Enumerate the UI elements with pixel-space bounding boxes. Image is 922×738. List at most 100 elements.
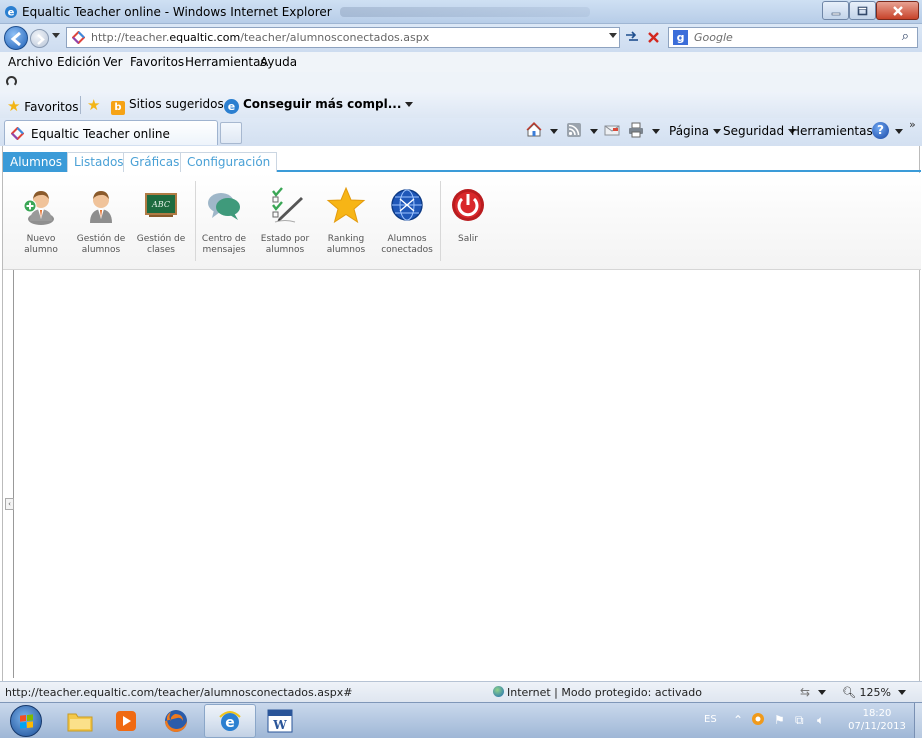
menu-herramientas[interactable]: Herramientas bbox=[185, 55, 267, 69]
start-button[interactable] bbox=[10, 705, 42, 737]
print-icon[interactable] bbox=[628, 122, 644, 138]
collapse-panel-handle[interactable]: ‹ bbox=[5, 498, 14, 510]
more-commands-chevron-icon[interactable]: » bbox=[909, 118, 916, 131]
compatibility-view-button[interactable] bbox=[622, 27, 642, 47]
favorites-bar: ★ Favoritos ★ b Sitios sugeridos e Consegu… bbox=[0, 92, 922, 118]
loading-ring-icon bbox=[6, 76, 17, 87]
get-more-label: Conseguir más compl... bbox=[243, 97, 402, 111]
tab-alumnos[interactable]: Alumnos bbox=[3, 152, 70, 172]
show-desktop-button[interactable] bbox=[914, 703, 922, 738]
connected-students-button[interactable]: Alumnos conectados bbox=[377, 185, 437, 256]
window-title: Equaltic Teacher online - Windows Intern… bbox=[22, 5, 332, 19]
taskbar-media-button[interactable] bbox=[100, 704, 152, 738]
status-by-students-button[interactable]: Estado por alumnos bbox=[255, 185, 315, 256]
taskbar-ie-button[interactable]: e bbox=[204, 704, 256, 738]
taskbar-firefox-button[interactable] bbox=[150, 704, 202, 738]
svg-text:e: e bbox=[8, 8, 15, 19]
taskbar-word-button[interactable]: W bbox=[254, 704, 306, 738]
equaltic-favicon-icon bbox=[11, 127, 24, 140]
action-center-flag-icon[interactable]: ⚑ bbox=[774, 713, 785, 727]
taskbar-explorer-button[interactable] bbox=[54, 704, 106, 738]
menu-archivo[interactable]: Archivo bbox=[8, 55, 53, 69]
tab-graficas[interactable]: Gráficas bbox=[123, 152, 187, 172]
history-dropdown-icon[interactable] bbox=[52, 33, 60, 38]
print-dropdown[interactable] bbox=[648, 124, 660, 138]
folder-icon bbox=[67, 713, 93, 732]
internet-globe-icon bbox=[493, 686, 504, 697]
help-dropdown[interactable] bbox=[891, 124, 903, 138]
new-student-button[interactable]: Nuevo alumno bbox=[11, 185, 71, 256]
windows-logo-icon bbox=[20, 714, 33, 729]
home-icon[interactable] bbox=[526, 122, 542, 138]
rss-feed-icon[interactable] bbox=[566, 122, 582, 138]
firefox-icon bbox=[165, 710, 187, 732]
word-icon-letter: W bbox=[272, 718, 287, 732]
security-zone[interactable]: Internet | Modo protegido: activado bbox=[493, 686, 702, 699]
page-menu-button[interactable]: Página bbox=[669, 124, 721, 138]
chalkboard-text: ABC bbox=[151, 200, 170, 209]
search-icon[interactable]: ⌕ bbox=[902, 29, 909, 44]
menu-ayuda[interactable]: Ayuda bbox=[260, 55, 297, 69]
media-player-icon bbox=[116, 711, 136, 731]
equaltic-favicon-icon bbox=[72, 31, 85, 44]
tray-arrow-icon[interactable]: ⌃ bbox=[733, 713, 743, 727]
logout-button[interactable]: Salir bbox=[438, 185, 498, 245]
new-student-label: Nuevo alumno bbox=[24, 234, 58, 255]
change-zone-icon[interactable]: ⇆ bbox=[800, 685, 826, 699]
arrow-left-icon bbox=[10, 31, 21, 47]
clock-date: 07/11/2013 bbox=[848, 721, 906, 732]
address-dropdown-icon[interactable] bbox=[609, 33, 617, 38]
ranking-button[interactable]: Ranking alumnos bbox=[316, 185, 376, 256]
home-dropdown[interactable] bbox=[546, 124, 558, 138]
close-window-button[interactable] bbox=[876, 1, 919, 20]
tray-app-icon[interactable] bbox=[751, 712, 765, 726]
maximize-button[interactable] bbox=[849, 1, 876, 20]
manage-classes-button[interactable]: ABC Gestión de clases bbox=[131, 185, 191, 256]
url-domain: equaltic.com bbox=[169, 31, 241, 44]
browser-tab-active[interactable]: Equaltic Teacher online bbox=[4, 120, 218, 145]
search-box[interactable]: g Google ⌕ bbox=[668, 27, 918, 48]
read-mail-icon[interactable] bbox=[604, 122, 620, 138]
tab-row: Equaltic Teacher online Página Seguridad… bbox=[0, 118, 922, 146]
tab-configuracion[interactable]: Configuración bbox=[180, 152, 278, 172]
manage-students-button[interactable]: Gestión de alumnos bbox=[71, 185, 131, 256]
menu-ver[interactable]: Ver bbox=[103, 55, 123, 69]
favbar-divider bbox=[80, 96, 81, 114]
add-favorite-button[interactable]: ★ bbox=[87, 96, 100, 114]
favorites-star-icon: ★ bbox=[7, 97, 21, 115]
tab-listados[interactable]: Listados bbox=[67, 152, 131, 172]
new-tab-button[interactable] bbox=[220, 122, 242, 144]
menu-favoritos[interactable]: Favoritos bbox=[130, 55, 184, 69]
stop-button[interactable] bbox=[643, 27, 663, 47]
zoom-control[interactable]: 🔍︎ 125% bbox=[842, 686, 907, 699]
feeds-dropdown[interactable] bbox=[586, 124, 598, 138]
new-student-icon bbox=[23, 191, 54, 225]
message-center-button[interactable]: Centro de mensajes bbox=[194, 185, 254, 256]
back-button[interactable] bbox=[4, 26, 28, 50]
chevron-down-icon bbox=[405, 102, 414, 107]
language-indicator[interactable]: ES bbox=[704, 714, 717, 725]
minimize-button[interactable] bbox=[822, 1, 849, 20]
menu-edicion[interactable]: Edición bbox=[57, 55, 100, 69]
word-icon: W bbox=[267, 709, 293, 733]
system-clock[interactable]: 18:20 07/11/2013 bbox=[842, 707, 912, 733]
connected-students-label: Alumnos conectados bbox=[381, 234, 433, 255]
forward-button[interactable] bbox=[30, 29, 49, 48]
address-bar[interactable]: http://teacher.equaltic.com/teacher/alum… bbox=[66, 27, 620, 48]
logout-label: Salir bbox=[458, 234, 478, 244]
favorites-button[interactable]: ★ Favoritos bbox=[7, 97, 78, 115]
help-icon[interactable]: ? bbox=[872, 122, 889, 139]
tools-menu-button[interactable]: Herramientas bbox=[791, 124, 885, 138]
volume-icon[interactable]: 🔈︎ bbox=[817, 713, 824, 728]
title-bar: e Equaltic Teacher online - Windows Inte… bbox=[0, 0, 922, 24]
suggested-sites-button[interactable]: b Sitios sugeridos bbox=[111, 97, 236, 115]
chevron-down-icon bbox=[550, 129, 558, 134]
arrow-right-icon bbox=[37, 34, 45, 45]
app-tab-strip: Alumnos Listados Gráficas Configuración bbox=[3, 152, 921, 172]
ranking-label: Ranking alumnos bbox=[326, 234, 366, 255]
chevron-down-icon bbox=[895, 129, 903, 134]
google-logo-icon: g bbox=[673, 30, 688, 45]
network-icon[interactable]: ⧉ bbox=[795, 713, 804, 728]
security-menu-button[interactable]: Seguridad bbox=[723, 124, 797, 138]
get-more-addons-button[interactable]: e Conseguir más compl... bbox=[224, 97, 414, 114]
